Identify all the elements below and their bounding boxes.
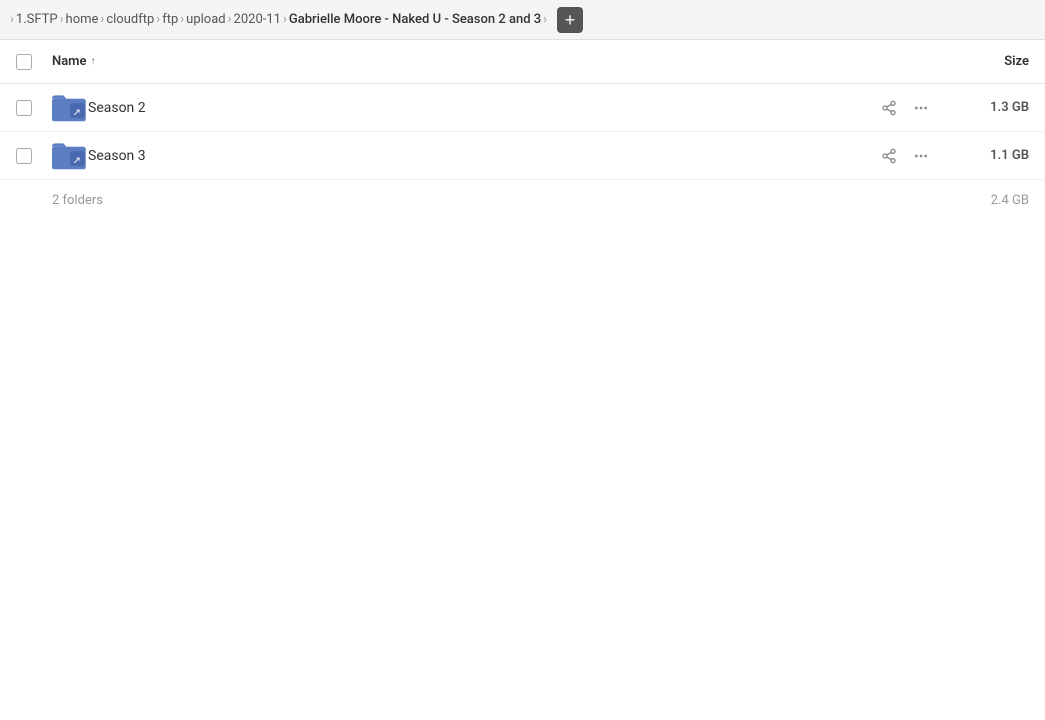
add-tab-button[interactable]: +: [557, 7, 583, 33]
name-column-label: Name: [52, 54, 86, 69]
table-row[interactable]: ↗ Season 2 1.3 GB: [0, 84, 1045, 132]
breadcrumb-separator-6: ›: [283, 12, 287, 27]
file-size-1: 1.3 GB: [949, 100, 1029, 115]
breadcrumb-item-current: Gabrielle Moore - Naked U - Season 2 and…: [289, 12, 541, 27]
select-all-checkbox[interactable]: [16, 54, 32, 70]
breadcrumb-separator-5: ›: [228, 12, 232, 27]
folder-icon-1: ↗: [52, 92, 88, 124]
row-checkbox-wrapper-1[interactable]: [16, 100, 52, 116]
name-column-header[interactable]: Name ↑: [52, 54, 949, 69]
filename-2: Season 3: [88, 148, 877, 164]
more-icon-1: [913, 100, 929, 116]
folder-icon-2: ↗: [52, 140, 88, 172]
svg-text:↗: ↗: [73, 155, 81, 166]
share-button-1[interactable]: [877, 96, 901, 120]
folder-svg-1: ↗: [52, 92, 88, 124]
table-row[interactable]: ↗ Season 3 1.1 GB: [0, 132, 1045, 180]
more-button-2[interactable]: [909, 144, 933, 168]
breadcrumb-item-home[interactable]: home: [66, 12, 99, 27]
breadcrumb-item-2020-11[interactable]: 2020-11: [234, 12, 281, 27]
filename-1: Season 2: [88, 100, 877, 116]
row-actions-1: [877, 96, 933, 120]
row-checkbox-2[interactable]: [16, 148, 32, 164]
breadcrumb-item-sftp[interactable]: 1.SFTP: [16, 12, 58, 27]
share-icon-1: [881, 100, 897, 116]
breadcrumb-item-cloudftp[interactable]: cloudftp: [106, 12, 154, 27]
breadcrumb-separator-2: ›: [100, 12, 104, 27]
row-actions-2: [877, 144, 933, 168]
share-icon-2: [881, 148, 897, 164]
size-column-header: Size: [949, 54, 1029, 69]
folder-count: 2 folders: [52, 193, 949, 208]
row-checkbox-wrapper-2[interactable]: [16, 148, 52, 164]
sort-ascending-icon: ↑: [90, 56, 95, 67]
folder-svg-2: ↗: [52, 140, 88, 172]
file-size-2: 1.1 GB: [949, 148, 1029, 163]
footer-summary: 2 folders 2.4 GB: [0, 180, 1045, 220]
total-size: 2.4 GB: [949, 193, 1029, 208]
more-button-1[interactable]: [909, 96, 933, 120]
breadcrumb-separator-0: ›: [10, 12, 14, 27]
select-all-checkbox-wrapper[interactable]: [16, 54, 52, 70]
breadcrumb-separator-3: ›: [156, 12, 160, 27]
svg-text:↗: ↗: [73, 107, 81, 118]
more-icon-2: [913, 148, 929, 164]
breadcrumb-separator-4: ›: [180, 12, 184, 27]
breadcrumb-item-ftp[interactable]: ftp: [162, 12, 178, 27]
row-checkbox-1[interactable]: [16, 100, 32, 116]
breadcrumb-separator-7: ›: [543, 12, 547, 27]
table-header: Name ↑ Size: [0, 40, 1045, 84]
breadcrumb: › 1.SFTP › home › cloudftp › ftp › uploa…: [0, 0, 1045, 40]
breadcrumb-separator-1: ›: [60, 12, 64, 27]
share-button-2[interactable]: [877, 144, 901, 168]
breadcrumb-item-upload[interactable]: upload: [186, 12, 225, 27]
